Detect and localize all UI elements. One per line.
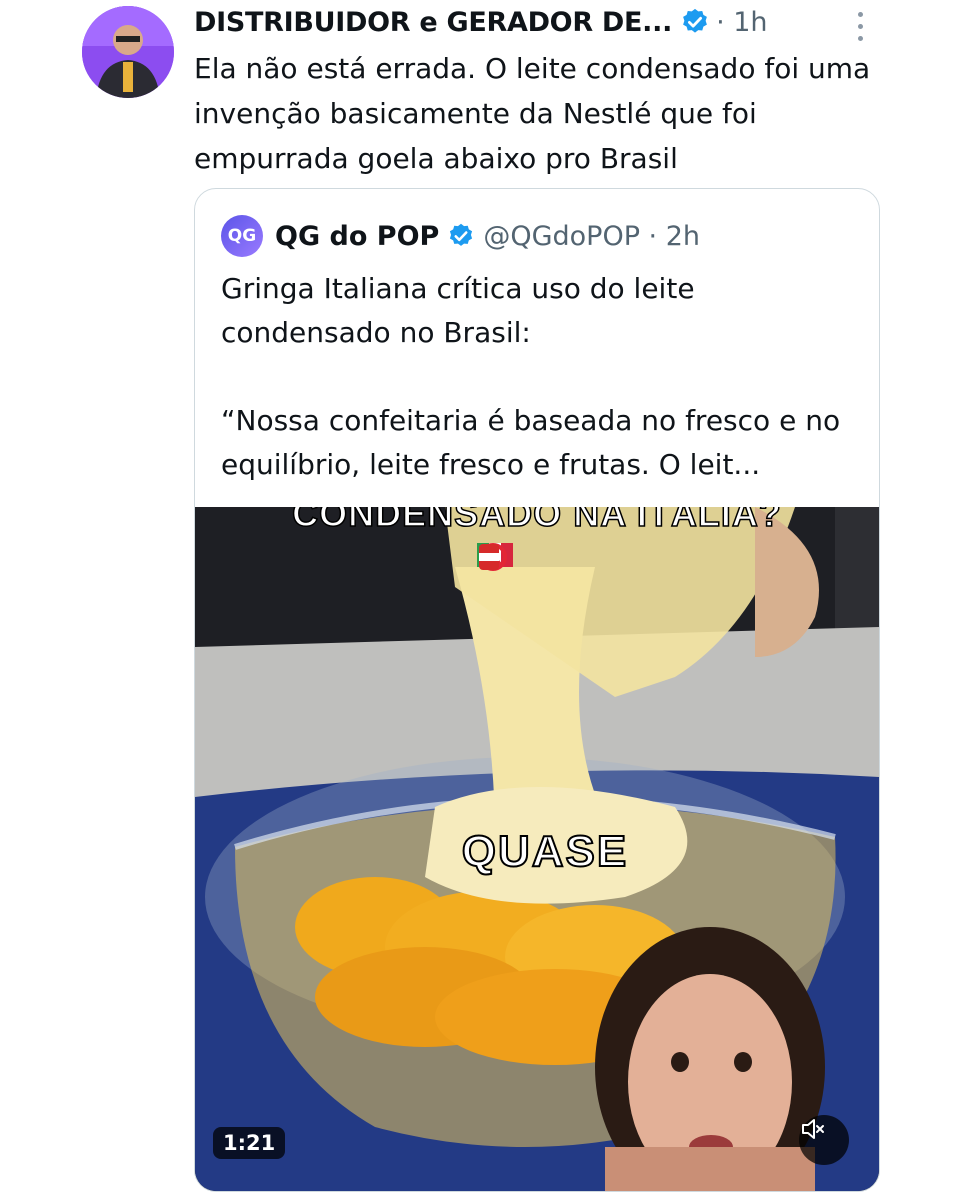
quoted-post-header: QG QG do POP @QGdoPOP · 2h [221, 213, 700, 259]
can-icon [479, 544, 499, 570]
quoted-author-name[interactable]: QG do POP [275, 221, 439, 252]
quoted-handle-time: @QGdoPOP · 2h [483, 220, 701, 252]
mute-button[interactable] [799, 1115, 849, 1165]
post-time[interactable]: · 1h [716, 7, 767, 38]
video-caption-top: CONDENSADO NA ITÁLIA? [291, 507, 782, 535]
video-caption-middle: QUASE [461, 826, 629, 877]
post-text: Ela não está errada. O leite condensado … [194, 52, 871, 175]
volume-muted-icon [802, 1119, 824, 1139]
quoted-author-avatar[interactable]: QG [221, 215, 263, 257]
verified-badge-icon [683, 8, 707, 33]
author-avatar-image [82, 6, 174, 98]
quoted-post-card[interactable]: QG QG do POP @QGdoPOP · 2h Gringa Italia… [194, 188, 880, 1192]
video-player[interactable]: CONDENSADO NA ITÁLIA? QUASE 1:21 [195, 507, 879, 1191]
more-options-icon[interactable] [848, 8, 872, 44]
post-header: DISTRIBUIDOR e GERADOR DE... · 1h [194, 2, 894, 42]
author-name[interactable]: DISTRIBUIDOR e GERADOR DE... [194, 7, 672, 38]
video-caption-emojis [477, 541, 597, 577]
video-duration: 1:21 [213, 1127, 286, 1159]
verified-badge-icon [450, 223, 473, 246]
quoted-post-text: Gringa Italiana crítica uso do leite con… [221, 272, 841, 481]
author-avatar[interactable] [82, 6, 174, 98]
